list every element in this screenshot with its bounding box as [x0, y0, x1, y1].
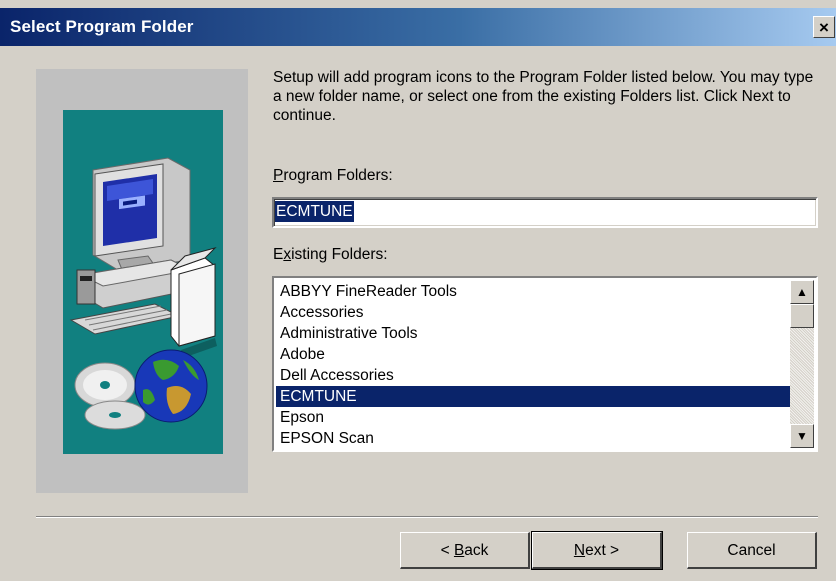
- list-item-selected[interactable]: ECMTUNE: [276, 386, 790, 407]
- illustration-background: [63, 110, 223, 454]
- down-arrow-icon: ▼: [796, 429, 808, 443]
- list-item[interactable]: EPSON Scan: [276, 428, 790, 449]
- program-folders-label-text: rogram Folders:: [283, 167, 393, 184]
- existing-folders-accel: x: [283, 246, 292, 263]
- program-folders-accel: P: [273, 167, 284, 184]
- list-item[interactable]: ABBYY FineReader Tools: [276, 281, 790, 302]
- computer-setup-illustration-icon: [69, 157, 217, 430]
- list-item[interactable]: Administrative Tools: [276, 323, 790, 344]
- scroll-thumb[interactable]: [790, 304, 814, 328]
- illustration-panel: [36, 69, 248, 493]
- list-items: ABBYY FineReader Tools Accessories Admin…: [276, 281, 790, 449]
- list-item[interactable]: Dell Accessories: [276, 365, 790, 386]
- up-arrow-icon: ▲: [796, 285, 808, 299]
- close-button[interactable]: ×: [813, 16, 835, 38]
- intro-text: Setup will add program icons to the Prog…: [273, 69, 814, 124]
- list-item[interactable]: Adobe: [276, 344, 790, 365]
- close-icon: ×: [819, 18, 829, 37]
- existing-folders-label-text: isting Folders:: [291, 246, 388, 263]
- back-prefix: <: [440, 541, 454, 559]
- next-button[interactable]: Next >: [531, 531, 663, 570]
- existing-folders-list[interactable]: ABBYY FineReader Tools Accessories Admin…: [272, 276, 818, 452]
- list-item[interactable]: Epson: [276, 407, 790, 428]
- list-item[interactable]: Accessories: [276, 302, 790, 323]
- separator: [36, 516, 818, 518]
- program-folder-input[interactable]: [272, 197, 818, 228]
- existing-folders-label-start: E: [273, 246, 284, 263]
- next-label: ext >: [585, 541, 620, 559]
- back-button[interactable]: < Back: [400, 532, 530, 569]
- program-folders-label: Program Folders:: [273, 167, 393, 185]
- cancel-button[interactable]: Cancel: [687, 532, 817, 569]
- window-title: Select Program Folder: [10, 17, 194, 36]
- back-label: ack: [464, 541, 489, 559]
- existing-folders-label: Existing Folders:: [273, 246, 388, 264]
- vertical-scrollbar[interactable]: ▲ ▼: [790, 280, 814, 448]
- scroll-down-button[interactable]: ▼: [790, 424, 814, 448]
- back-accel: B: [453, 541, 465, 559]
- scroll-up-button[interactable]: ▲: [790, 280, 814, 304]
- title-bar[interactable]: Select Program Folder ×: [0, 8, 836, 46]
- next-accel: N: [573, 541, 586, 559]
